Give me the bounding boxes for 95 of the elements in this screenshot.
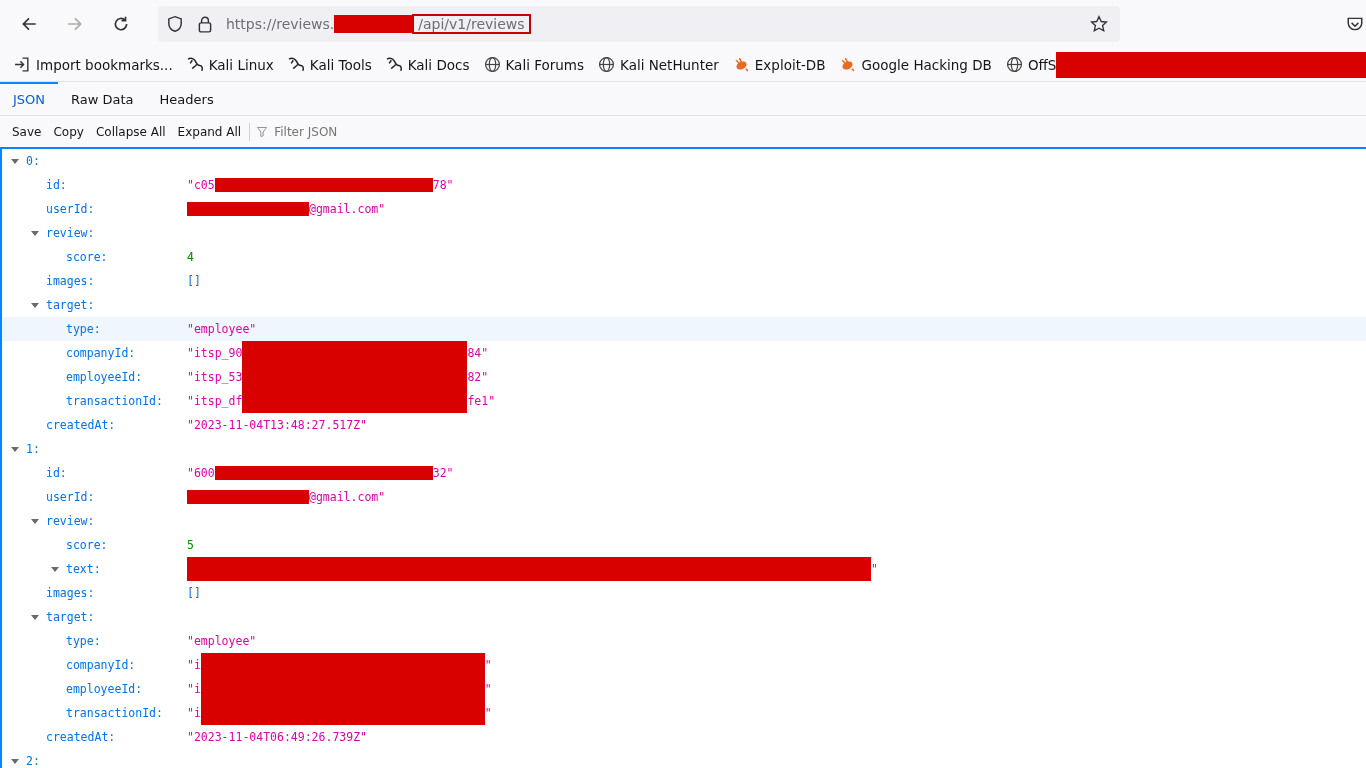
json-value: " — [484, 658, 492, 672]
json-value: "c05 — [187, 178, 215, 192]
json-key: userId: — [46, 202, 95, 216]
expand-arrow-icon[interactable] — [10, 156, 20, 166]
json-key: images: — [46, 586, 95, 600]
dragon-icon — [287, 56, 305, 73]
json-key: employeeId: — [66, 370, 143, 384]
import-icon — [14, 56, 31, 73]
json-key: type: — [66, 322, 101, 336]
json-key: userId: — [46, 490, 95, 504]
json-value: 84" — [467, 346, 489, 360]
address-bar[interactable]: https://reviews. /api/v1/reviews — [158, 6, 1120, 42]
bookmark-item[interactable]: Google Hacking DB — [839, 56, 992, 73]
json-value: "employee" — [187, 634, 257, 648]
json-key: transactionId: — [66, 394, 163, 408]
json-value: fe1" — [467, 394, 496, 408]
json-key: employeeId: — [66, 682, 143, 696]
bookmark-item[interactable]: OffS — [1005, 56, 1057, 73]
viewer-tab[interactable]: Raw Data — [58, 82, 147, 115]
json-value: "itsp_90 — [187, 346, 243, 360]
json-key: images: — [46, 274, 95, 288]
dragon-icon — [385, 56, 403, 73]
globe-icon — [598, 56, 615, 73]
globe-icon — [1005, 56, 1023, 73]
json-key: companyId: — [66, 658, 136, 672]
json-value: "itsp_df — [187, 394, 243, 408]
url-path: /api/v1/reviews — [412, 14, 531, 34]
toolbar-button[interactable]: Copy — [47, 124, 90, 139]
json-value: "i — [187, 706, 201, 720]
toolbar-button[interactable]: Expand All — [171, 124, 248, 139]
json-value: " — [871, 562, 878, 576]
back-icon[interactable] — [20, 15, 38, 33]
expand-arrow-icon[interactable] — [10, 756, 20, 766]
json-key: review: — [46, 226, 95, 240]
json-key: target: — [46, 610, 95, 624]
json-value: 78" — [432, 178, 454, 192]
bug-icon — [839, 56, 857, 73]
json-value: [] — [187, 274, 201, 288]
filter-icon — [256, 125, 269, 138]
json-key: createdAt: — [46, 730, 116, 744]
json-value: "600 — [187, 466, 215, 480]
expand-arrow-icon[interactable] — [10, 444, 20, 454]
toolbar-button[interactable]: Collapse All — [89, 124, 172, 139]
json-key: score: — [66, 250, 108, 264]
json-value: "i — [187, 658, 201, 672]
bookmark-item[interactable]: Kali Docs — [385, 56, 470, 73]
json-value: @gmail.com" — [309, 490, 386, 504]
json-value: 82" — [467, 370, 489, 384]
json-key: review: — [46, 514, 95, 528]
reload-icon[interactable] — [112, 15, 130, 33]
expand-arrow-icon[interactable] — [30, 612, 40, 622]
bookmark-item[interactable]: Kali NetHunter — [598, 56, 719, 73]
star-icon[interactable] — [1090, 15, 1108, 33]
json-key: 2: — [26, 754, 40, 768]
shield-icon — [166, 15, 184, 33]
filter-field[interactable]: Filter JSON — [272, 123, 477, 140]
json-value: [] — [187, 586, 201, 600]
bookmark-item[interactable]: Kali Tools — [287, 56, 372, 73]
json-key: type: — [66, 634, 101, 648]
json-key: transactionId: — [66, 706, 163, 720]
bookmark-item[interactable]: Kali Forums — [483, 56, 584, 73]
json-key: createdAt: — [46, 418, 116, 432]
json-value: " — [484, 682, 492, 696]
expand-arrow-icon[interactable] — [30, 516, 40, 526]
json-key: 0: — [26, 154, 40, 168]
json-key: 1: — [26, 442, 40, 456]
json-key: text: — [66, 562, 101, 576]
json-value: "employee" — [187, 322, 257, 336]
json-key: companyId: — [66, 346, 136, 360]
bookmark-item[interactable]: Kali Linux — [186, 56, 274, 73]
globe-icon — [483, 56, 501, 73]
json-value: "itsp_53 — [187, 370, 243, 384]
bookmark-item[interactable]: Exploit-DB — [732, 56, 826, 73]
json-value: "i — [187, 682, 201, 696]
json-value: 32" — [432, 466, 454, 480]
json-value: 5 — [187, 538, 194, 552]
json-value: 4 — [187, 250, 194, 264]
viewer-tab[interactable]: Headers — [146, 82, 227, 115]
expand-arrow-icon[interactable] — [30, 300, 40, 310]
json-value: "2023-11-04T13:48:27.517Z" — [187, 418, 367, 432]
dragon-icon — [186, 56, 204, 73]
json-key: id: — [46, 466, 67, 480]
json-value: "2023-11-04T06:49:26.739Z" — [187, 730, 367, 744]
expand-arrow-icon[interactable] — [50, 564, 60, 574]
json-value: " — [484, 706, 492, 720]
bookmark-item[interactable]: Import bookmarks... — [14, 56, 173, 73]
lock-icon — [196, 15, 214, 33]
json-key: id: — [46, 178, 67, 192]
pocket-icon[interactable] — [1346, 15, 1364, 33]
json-key: score: — [66, 538, 108, 552]
json-value: @gmail.com" — [309, 202, 386, 216]
expand-arrow-icon[interactable] — [30, 228, 40, 238]
url-text: https://reviews. — [226, 16, 335, 32]
json-key: target: — [46, 298, 95, 312]
toolbar-button[interactable]: Save — [6, 124, 48, 139]
